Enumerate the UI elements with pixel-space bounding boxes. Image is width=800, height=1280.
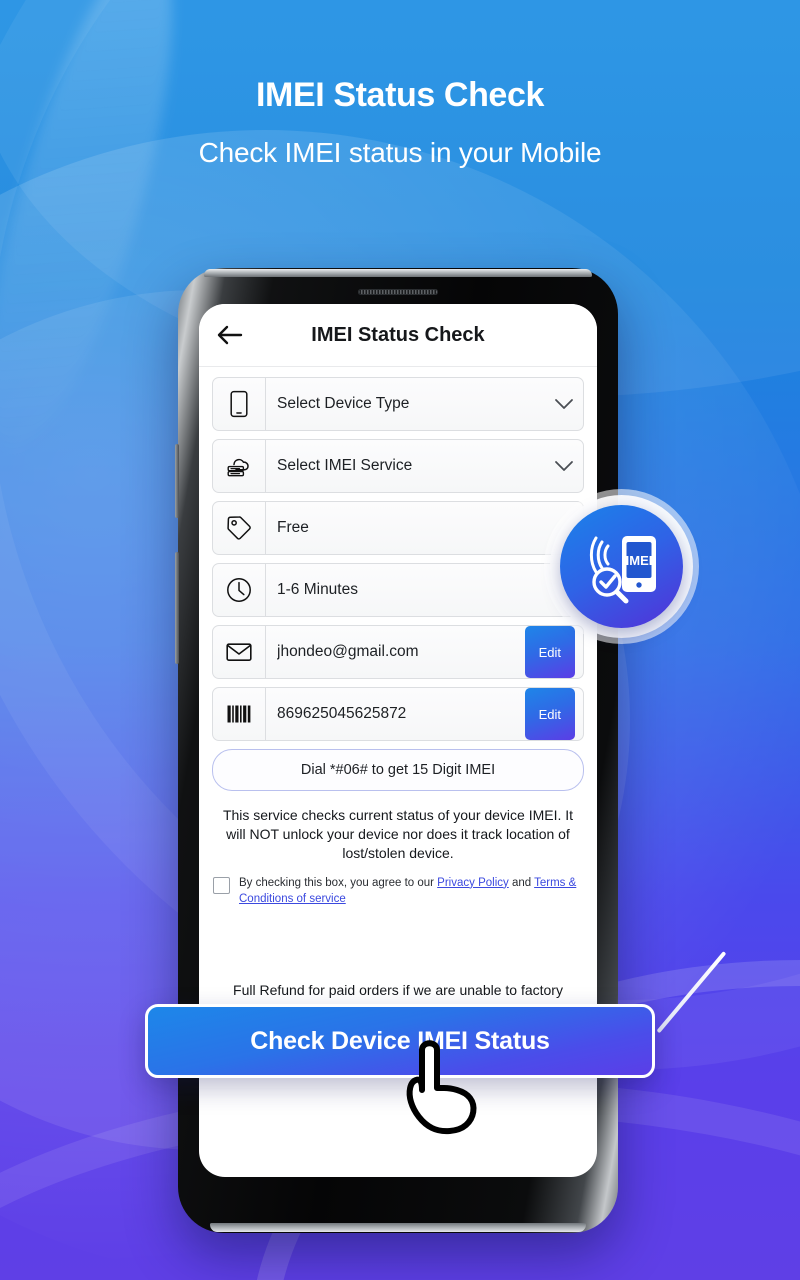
hero-title: IMEI Status Check: [256, 76, 544, 114]
imei-value: 869625045625872: [277, 705, 407, 722]
app-bar-title: IMEI Status Check: [311, 323, 485, 346]
row-select-device-type[interactable]: Select Device Type: [212, 377, 584, 431]
pointing-hand-cursor-icon: [392, 1032, 500, 1142]
phone-volume-button: [175, 444, 179, 518]
smartphone-icon: [213, 378, 266, 430]
phone-bottom-edge: [210, 1223, 586, 1232]
row-email[interactable]: jhondeo@gmail.com Edit: [212, 625, 584, 679]
app-bar: IMEI Status Check: [199, 304, 597, 367]
hero-subtitle: Check IMEI status in your Mobile: [198, 137, 602, 168]
row-body: jhondeo@gmail.com: [266, 626, 525, 678]
svg-text:IMEI: IMEI: [625, 553, 652, 568]
row-imei[interactable]: 869625045625872 Edit: [212, 687, 584, 741]
row-label: Free: [277, 519, 309, 536]
edit-email-button[interactable]: Edit: [524, 626, 575, 678]
barcode-icon: [213, 688, 266, 740]
imei-form: Select Device Type Select IMEI Service F…: [199, 367, 597, 741]
badge-core: IMEI: [560, 505, 683, 628]
terms-conjunction: and: [508, 876, 535, 889]
phone-speaker-grille: [358, 289, 438, 295]
phone-top-edge: [204, 269, 592, 277]
row-label: Select IMEI Service: [277, 457, 413, 474]
row-select-imei-service[interactable]: Select IMEI Service: [212, 439, 584, 493]
row-label: 1-6 Minutes: [277, 581, 358, 598]
row-body: Free: [266, 502, 583, 554]
edit-imei-button[interactable]: Edit: [524, 688, 575, 740]
terms-checkbox[interactable]: [213, 876, 230, 894]
phone-power-button: [175, 552, 179, 664]
imei-phone-scan-icon: IMEI: [589, 535, 656, 603]
cloud-server-icon: [213, 440, 266, 492]
row-price: Free: [212, 501, 584, 555]
row-body: 1-6 Minutes: [266, 564, 583, 616]
row-body: Select IMEI Service: [266, 440, 551, 492]
privacy-policy-link[interactable]: Privacy Policy: [437, 877, 509, 889]
imei-scan-badge: IMEI: [544, 489, 699, 644]
terms-text: By checking this box, you agree to our P…: [239, 876, 583, 908]
envelope-icon: [213, 626, 266, 678]
price-tag-icon: [213, 502, 266, 554]
hero-section: IMEI Status Check Check IMEI status in y…: [0, 76, 800, 169]
dial-imei-hint-button[interactable]: Dial *#06# to get 15 Digit IMEI: [212, 749, 584, 791]
row-body: Select Device Type: [266, 378, 551, 430]
chevron-down-icon[interactable]: [551, 440, 577, 492]
email-value: jhondeo@gmail.com: [277, 643, 419, 660]
row-label: Select Device Type: [277, 395, 410, 412]
terms-prefix: By checking this box, you agree to our: [239, 876, 438, 889]
clock-icon: [213, 564, 266, 616]
row-duration: 1-6 Minutes: [212, 563, 584, 617]
row-body: 869625045625872: [266, 688, 525, 740]
chevron-down-icon[interactable]: [551, 378, 577, 430]
terms-agreement: By checking this box, you agree to our P…: [213, 876, 583, 908]
back-arrow-icon[interactable]: [213, 318, 247, 352]
service-disclaimer: This service checks current status of yo…: [222, 807, 574, 861]
